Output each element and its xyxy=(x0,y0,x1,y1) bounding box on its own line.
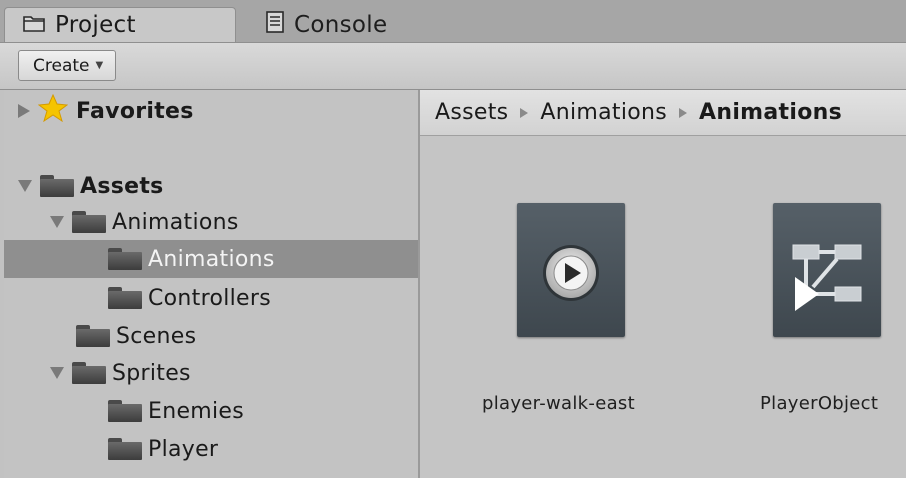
folder-icon xyxy=(23,12,45,38)
create-button-label: Create xyxy=(33,55,90,76)
breadcrumb: Assets Animations Animations xyxy=(420,90,906,136)
dropdown-arrow-icon: ▼ xyxy=(95,60,104,71)
tree-item-label: Favorites xyxy=(76,98,194,124)
folder-icon xyxy=(108,248,142,270)
breadcrumb-separator-icon xyxy=(679,107,688,118)
tree-item-label: Sprites xyxy=(112,360,191,386)
console-icon xyxy=(266,10,284,39)
tree-item-controllers[interactable]: Controllers xyxy=(108,279,271,317)
collapse-arrow-icon[interactable] xyxy=(18,180,32,192)
collapse-arrow-icon[interactable] xyxy=(50,216,64,228)
tree-item-scenes[interactable]: Scenes xyxy=(76,317,196,355)
tree-item-label: Animations xyxy=(112,209,239,235)
folder-icon xyxy=(40,175,74,197)
breadcrumb-item[interactable]: Animations xyxy=(540,100,667,125)
tree-item-assets[interactable]: Assets xyxy=(18,167,164,205)
tree-item-animations-selected[interactable]: Animations xyxy=(4,240,418,278)
breadcrumb-item-current[interactable]: Animations xyxy=(699,100,842,125)
create-button[interactable]: Create ▼ xyxy=(18,50,117,81)
asset-label: player-walk-east xyxy=(482,393,635,414)
project-folder-tree: Favorites Assets Animations Animations C… xyxy=(4,90,418,478)
tree-item-label: Enemies xyxy=(148,398,245,424)
tab-project[interactable]: Project xyxy=(4,7,236,42)
tree-item-label: Player xyxy=(148,436,219,462)
tree-item-label: Controllers xyxy=(148,285,271,311)
tree-item-sprites[interactable]: Sprites xyxy=(50,354,191,392)
tree-item-label: Animations xyxy=(148,246,275,272)
folder-icon xyxy=(108,400,142,422)
animator-controller-icon[interactable] xyxy=(773,203,881,337)
breadcrumb-separator-icon xyxy=(520,107,529,118)
tree-item-label: Assets xyxy=(80,173,164,199)
tab-console[interactable]: Console xyxy=(262,7,416,42)
star-icon xyxy=(37,93,69,128)
folder-icon xyxy=(76,325,110,347)
tab-bar: Project Console xyxy=(0,0,906,42)
tab-console-label: Console xyxy=(294,11,388,38)
tab-project-label: Project xyxy=(55,12,136,38)
asset-label: PlayerObject xyxy=(760,393,879,414)
tree-item-enemies[interactable]: Enemies xyxy=(108,392,244,430)
tree-item-favorites[interactable]: Favorites xyxy=(18,92,194,130)
tree-item-animations[interactable]: Animations xyxy=(50,203,239,241)
animation-clip-icon[interactable] xyxy=(517,203,625,337)
tree-item-player[interactable]: Player xyxy=(108,430,218,468)
folder-icon xyxy=(108,438,142,460)
folder-icon xyxy=(72,362,106,384)
toolbar: Create ▼ xyxy=(0,42,906,90)
tree-item-label: Scenes xyxy=(116,323,197,349)
expand-arrow-icon[interactable] xyxy=(18,104,30,118)
asset-browser: Assets Animations Animations player-walk… xyxy=(420,90,906,478)
folder-icon xyxy=(72,211,106,233)
unity-project-window: Project Console Create ▼ Favorites Asset… xyxy=(0,0,906,478)
collapse-arrow-icon[interactable] xyxy=(50,367,64,379)
folder-icon xyxy=(108,287,142,309)
breadcrumb-item[interactable]: Assets xyxy=(435,100,508,125)
